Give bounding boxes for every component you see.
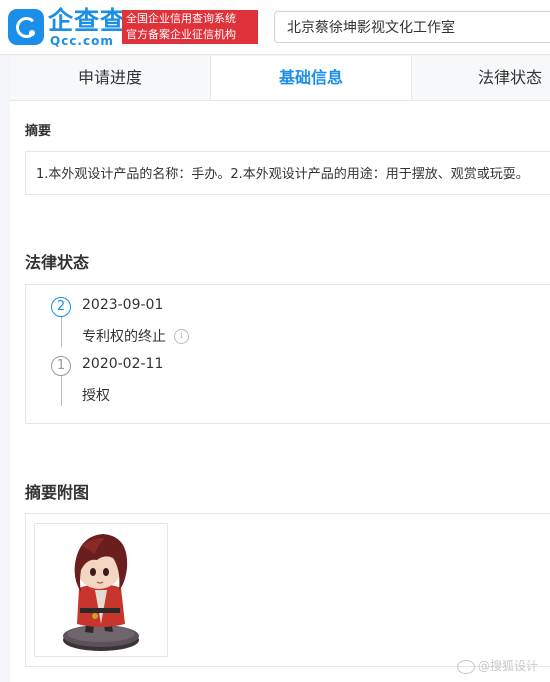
figure-thumbnail[interactable] <box>34 523 168 657</box>
timeline-date: 2023-09-01 <box>82 297 164 313</box>
abstract-title: 摘要 <box>25 124 52 139</box>
qcc-logo-icon[interactable] <box>8 9 44 45</box>
timeline-connector <box>61 315 62 347</box>
tab-application-progress[interactable]: 申请进度 <box>10 56 210 100</box>
timeline-date: 2020-02-11 <box>82 356 164 372</box>
watermark-text: @搜狐设计 <box>477 659 538 673</box>
legal-status-title: 法律状态 <box>25 253 90 272</box>
abstract-text: 1.本外观设计产品的名称：手办。2.本外观设计产品的用途：用于摆放、观赏或玩耍。 <box>36 167 529 182</box>
info-icon[interactable]: i <box>174 329 189 344</box>
figurine-image <box>63 534 139 651</box>
abstract-box: 1.本外观设计产品的名称：手办。2.本外观设计产品的用途：用于摆放、观赏或玩耍。 <box>25 151 550 195</box>
main-content: 摘要 1.本外观设计产品的名称：手办。2.本外观设计产品的用途：用于摆放、观赏或… <box>10 101 550 682</box>
site-header: 企查查 Qcc.com 全国企业信用查询系统 官方备案企业征信机构 北京蔡徐坤影… <box>0 0 550 55</box>
banner-line-2: 官方备案企业征信机构 <box>126 28 236 41</box>
timeline-status: 专利权的终止 <box>82 329 166 345</box>
timeline-status: 授权 <box>82 388 110 404</box>
official-banner: 全国企业信用查询系统 官方备案企业征信机构 <box>122 10 258 44</box>
timeline-connector <box>61 374 62 406</box>
timeline-step-1: 1 <box>51 356 71 376</box>
figure-title: 摘要附图 <box>25 483 90 502</box>
weibo-watermark: @搜狐设计 <box>456 657 538 674</box>
search-input[interactable]: 北京蔡徐坤影视文化工作室 <box>274 11 550 43</box>
tab-legal-status[interactable]: 法律状态 <box>410 56 550 100</box>
logo-text[interactable]: 企查查 <box>48 6 126 36</box>
logo-domain: Qcc.com <box>50 34 114 48</box>
banner-line-1: 全国企业信用查询系统 <box>126 12 236 25</box>
tab-bar: 申请进度 基础信息 法律状态 <box>10 56 550 101</box>
timeline-step-2: 2 <box>51 297 71 317</box>
tab-basic-info[interactable]: 基础信息 <box>210 56 412 100</box>
weibo-icon <box>456 659 475 674</box>
legal-timeline: 2 2023-09-01 专利权的终止 i 1 2020-02-11 授权 <box>25 284 550 424</box>
